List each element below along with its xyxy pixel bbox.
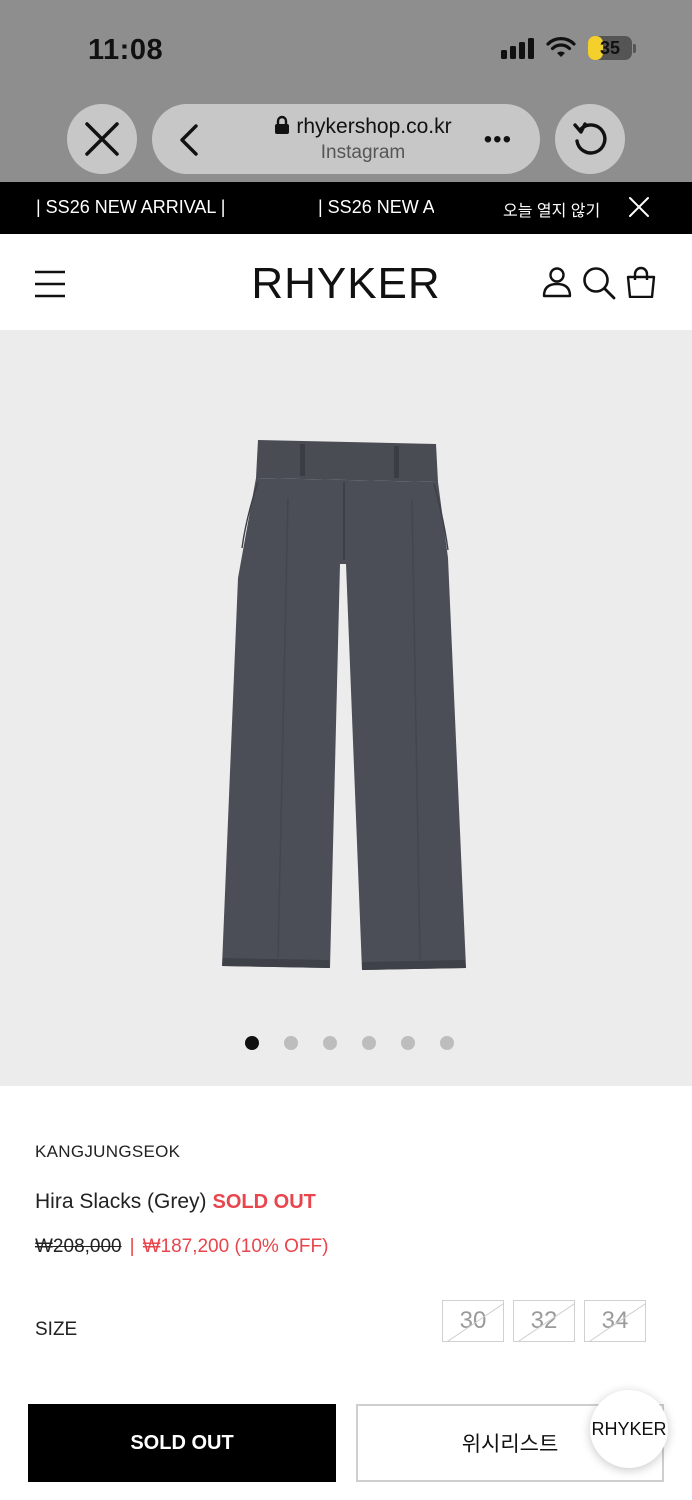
size-label: SIZE (35, 1319, 78, 1340)
price-separator: | (129, 1236, 135, 1257)
product-gallery[interactable] (0, 330, 692, 1086)
close-icon[interactable] (628, 196, 650, 218)
carousel-dots (0, 1036, 692, 1050)
size-option-30[interactable]: 30 (442, 1300, 504, 1342)
search-icon[interactable] (582, 266, 616, 300)
announcement-bar: | SS26 NEW ARRIVAL | | SS26 NEW A 오늘 열지 … (0, 182, 692, 234)
size-option-32[interactable]: 32 (513, 1300, 575, 1342)
lock-icon (275, 115, 290, 134)
carousel-dot[interactable] (322, 1036, 337, 1050)
site-header: RHYKER (0, 234, 692, 330)
price-row: ₩208,000 | ₩187,200 (10% OFF) (35, 1236, 328, 1258)
original-price: ₩208,000 (35, 1236, 122, 1257)
carousel-dot[interactable] (400, 1036, 415, 1050)
url-source: Instagram (320, 142, 406, 163)
browser-chrome: 11:08 35 rhykershop.co.kr Instagram ••• (0, 0, 692, 182)
reload-icon (573, 122, 607, 155)
battery-nub (633, 43, 636, 53)
battery-percent: 35 (599, 37, 621, 58)
announcement-text[interactable]: | SS26 NEW A (318, 197, 434, 218)
carousel-dot[interactable] (439, 1036, 454, 1050)
address-bar[interactable]: rhykershop.co.kr Instagram ••• (152, 104, 540, 174)
close-icon (85, 122, 119, 156)
user-icon[interactable] (541, 266, 573, 298)
more-options-button[interactable]: ••• (484, 126, 512, 154)
cellular-signal-icon (501, 37, 534, 59)
sale-price: ₩187,200 (10% OFF) (142, 1236, 329, 1257)
product-image (222, 440, 466, 970)
sold-out-badge: SOLD OUT (212, 1191, 316, 1213)
product-title-row: Hira Slacks (Grey) SOLD OUT (35, 1190, 316, 1214)
floating-chat-badge[interactable]: RHYKER (590, 1390, 668, 1468)
carousel-dot[interactable] (244, 1036, 259, 1050)
size-options: 30 32 34 (442, 1300, 646, 1342)
announcement-text[interactable]: | SS26 NEW ARRIVAL | (36, 197, 225, 218)
url-text-row: rhykershop.co.kr (152, 115, 540, 139)
status-indicators: 35 (501, 36, 636, 60)
size-option-34[interactable]: 34 (584, 1300, 646, 1342)
url-text: rhykershop.co.kr (296, 115, 452, 138)
reload-button[interactable] (555, 104, 625, 174)
battery-icon: 35 (588, 36, 632, 60)
shopping-bag-icon[interactable] (625, 266, 657, 298)
status-time: 11:08 (88, 34, 164, 66)
close-browser-button[interactable] (67, 104, 137, 174)
wifi-icon (546, 37, 576, 57)
carousel-dot[interactable] (283, 1036, 298, 1050)
sold-out-button[interactable]: SOLD OUT (28, 1404, 336, 1482)
dismiss-today-link[interactable]: 오늘 열지 않기 (503, 197, 600, 221)
carousel-dot[interactable] (361, 1036, 376, 1050)
product-brand[interactable]: KANGJUNGSEOK (35, 1142, 180, 1162)
product-name: Hira Slacks (Grey) (35, 1190, 207, 1213)
